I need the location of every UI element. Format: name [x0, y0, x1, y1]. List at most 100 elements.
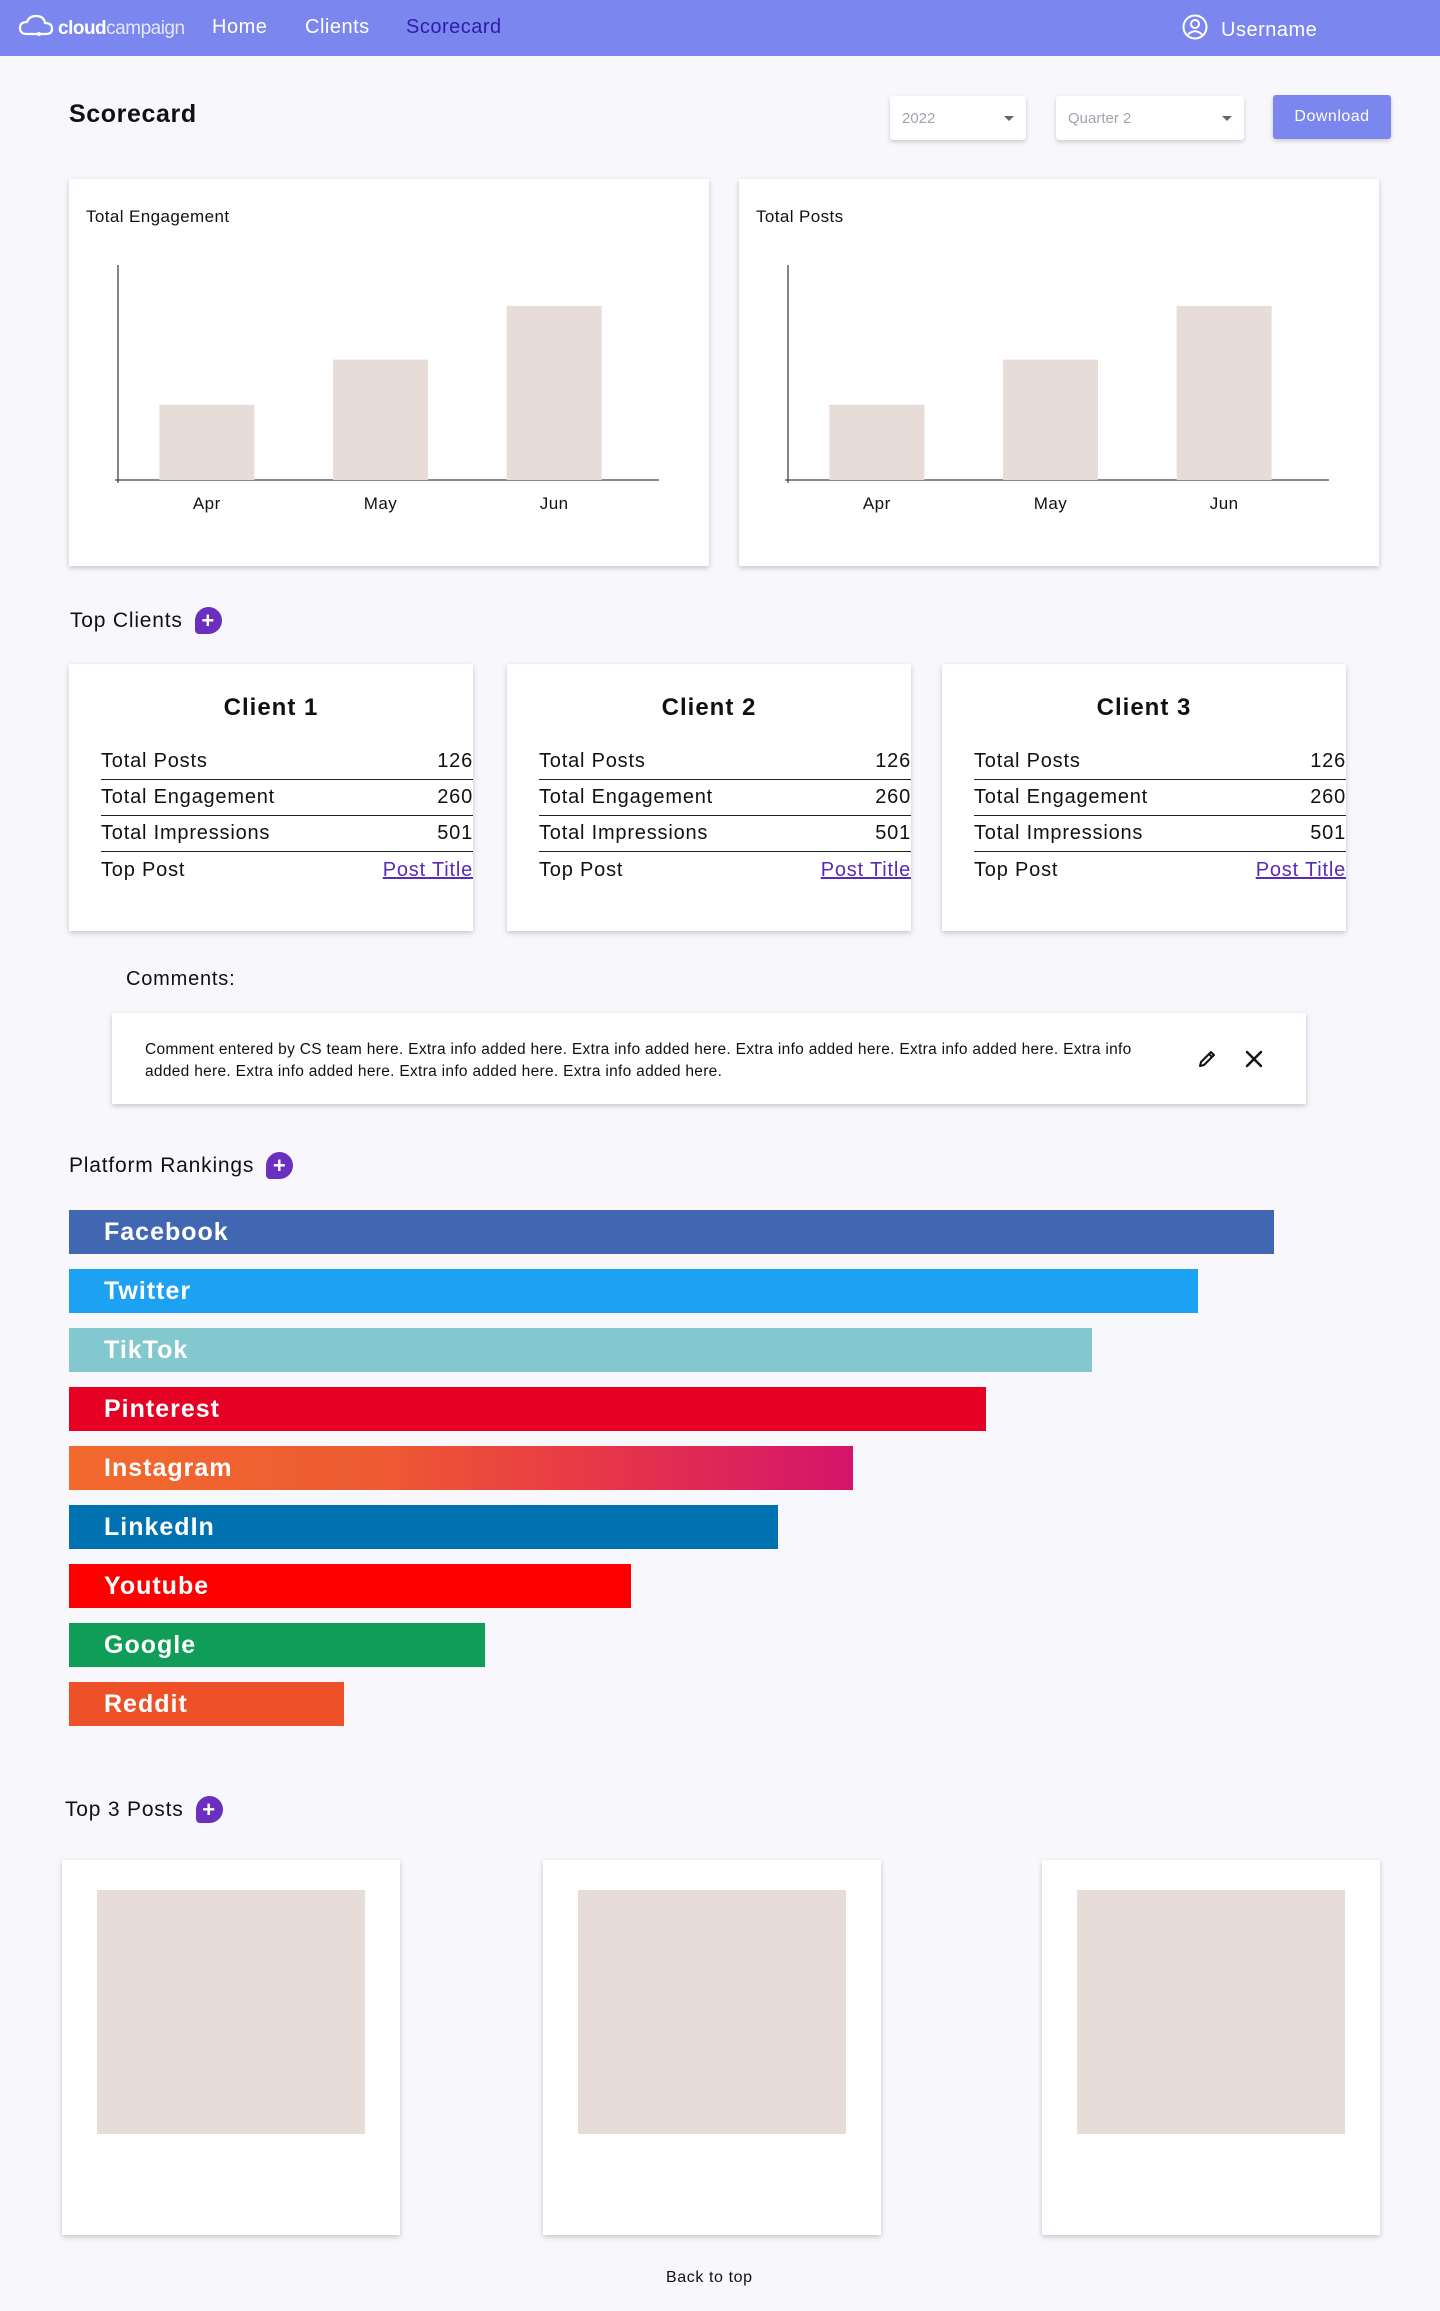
top-navbar: cloudcampaign Home Clients Scorecard Use… — [0, 0, 1440, 56]
post-title-link[interactable]: Post Title — [383, 859, 473, 882]
nav-link-scorecard[interactable]: Scorecard — [406, 16, 502, 39]
stat-value: 260 — [437, 786, 473, 808]
stat-value: 126 — [1310, 750, 1346, 772]
chevron-down-icon — [1222, 115, 1232, 121]
stat-row: Total Posts 126 — [101, 744, 473, 780]
stat-label: Top Post — [974, 858, 1059, 881]
post-image-placeholder — [1077, 1890, 1345, 2134]
client-name: Client 2 — [661, 694, 757, 721]
section-title-text: Top 3 Posts — [65, 1797, 184, 1821]
platform-rankings-heading: Platform Rankings + — [69, 1152, 294, 1179]
platform-bar-tiktok: TikTok — [69, 1328, 1092, 1372]
platform-label: TikTok — [104, 1335, 189, 1364]
logo[interactable]: cloudcampaign — [18, 13, 185, 44]
bar-may — [1003, 359, 1098, 480]
stat-row: Total Impressions 501 — [539, 816, 911, 852]
post-card[interactable] — [1042, 1860, 1380, 2235]
platform-label: Youtube — [104, 1571, 210, 1600]
add-client-icon[interactable]: + — [194, 607, 222, 634]
x-tick-label: May — [364, 494, 398, 513]
top-posts-heading: Top 3 Posts + — [65, 1796, 223, 1823]
platform-bar-instagram: Instagram — [69, 1446, 853, 1490]
top-post-row: Top Post Post Title — [539, 852, 911, 888]
client-card: Client 3 Total Posts 126 Total Engagement… — [942, 664, 1346, 931]
year-select-value: 2022 — [902, 109, 936, 127]
stat-row: Total Engagement 260 — [974, 780, 1346, 816]
add-platform-icon[interactable]: + — [266, 1152, 294, 1179]
stat-label: Total Posts — [974, 750, 1081, 772]
top-post-row: Top Post Post Title — [974, 852, 1346, 888]
platform-bar-google: Google — [69, 1623, 485, 1667]
edit-pencil-icon[interactable] — [1197, 1049, 1217, 1074]
posts-bar-chart: Apr May Jun — [785, 265, 1329, 513]
platform-label: Pinterest — [104, 1394, 220, 1423]
chart-card-engagement: Total Engagement Apr May Jun — [69, 179, 709, 566]
cloud-logo-icon — [18, 13, 54, 44]
top-clients-heading: Top Clients + — [70, 607, 222, 634]
section-title-text: Platform Rankings — [69, 1153, 255, 1177]
x-tick-label: May — [1034, 494, 1068, 513]
platform-bar-pinterest: Pinterest — [69, 1387, 986, 1431]
bar-jun — [506, 305, 602, 480]
nav-link-clients[interactable]: Clients — [305, 16, 370, 39]
logo-bold-text: cloud — [58, 17, 107, 39]
engagement-bar-chart: Apr May Jun — [115, 265, 659, 513]
comment-text: Comment entered by CS team here. Extra i… — [145, 1041, 1132, 1080]
client-name: Client 3 — [1096, 694, 1192, 721]
add-post-icon[interactable]: + — [195, 1796, 223, 1823]
client-card: Client 1 Total Posts 126 Total Engagement… — [69, 664, 473, 931]
stat-label: Top Post — [539, 858, 624, 881]
bar-jun — [1176, 305, 1272, 480]
stat-value: 501 — [1310, 822, 1346, 844]
platform-bar-twitter: Twitter — [69, 1269, 1198, 1313]
stat-value: 260 — [1310, 786, 1346, 808]
stat-label: Total Engagement — [539, 786, 714, 808]
stat-label: Total Engagement — [974, 786, 1149, 808]
download-button[interactable]: Download — [1273, 95, 1391, 139]
stat-label: Total Posts — [101, 750, 208, 772]
bar-may — [333, 359, 428, 480]
stat-label: Total Impressions — [539, 822, 709, 844]
bar-apr — [159, 404, 255, 480]
stat-row: Total Impressions 501 — [101, 816, 473, 852]
username-label: Username — [1221, 18, 1318, 41]
post-image-placeholder — [97, 1890, 365, 2134]
platform-bar-reddit: Reddit — [69, 1682, 344, 1726]
platform-bar-youtube: Youtube — [69, 1564, 631, 1608]
platform-label: Twitter — [104, 1276, 192, 1305]
stat-row: Total Impressions 501 — [974, 816, 1346, 852]
quarter-select[interactable]: Quarter 2 — [1056, 96, 1244, 140]
stat-row: Total Engagement 260 — [539, 780, 911, 816]
logo-light-text: campaign — [106, 17, 185, 39]
stat-label: Total Impressions — [974, 822, 1144, 844]
back-to-top-link[interactable]: Back to top — [666, 2269, 753, 2287]
user-menu[interactable]: Username — [1182, 14, 1317, 46]
post-image-placeholder — [578, 1890, 846, 2134]
comment-box: Comment entered by CS team here. Extra i… — [112, 1013, 1306, 1104]
chevron-down-icon — [1004, 115, 1014, 121]
client-name: Client 1 — [223, 694, 319, 721]
stat-value: 501 — [437, 822, 473, 844]
quarter-select-value: Quarter 2 — [1068, 109, 1132, 127]
post-title-link[interactable]: Post Title — [821, 859, 911, 882]
stat-value: 501 — [875, 822, 911, 844]
post-card[interactable] — [62, 1860, 400, 2235]
platform-label: LinkedIn — [104, 1512, 215, 1541]
stat-label: Total Posts — [539, 750, 646, 772]
stat-value: 126 — [437, 750, 473, 772]
x-tick-label: Apr — [193, 494, 221, 513]
top-post-row: Top Post Post Title — [101, 852, 473, 888]
client-card: Client 2 Total Posts 126 Total Engagement… — [507, 664, 911, 931]
page-title: Scorecard — [69, 100, 197, 128]
close-icon[interactable] — [1245, 1050, 1263, 1073]
platform-label: Facebook — [104, 1217, 229, 1246]
stat-row: Total Engagement 260 — [101, 780, 473, 816]
post-card[interactable] — [543, 1860, 881, 2235]
x-tick-label: Jun — [540, 494, 569, 513]
nav-link-home[interactable]: Home — [212, 16, 267, 39]
stat-label: Top Post — [101, 858, 186, 881]
post-title-link[interactable]: Post Title — [1256, 859, 1346, 882]
year-select[interactable]: 2022 — [890, 96, 1026, 140]
chart-card-posts: Total Posts Apr May Jun — [739, 179, 1379, 566]
platform-label: Instagram — [104, 1453, 233, 1482]
